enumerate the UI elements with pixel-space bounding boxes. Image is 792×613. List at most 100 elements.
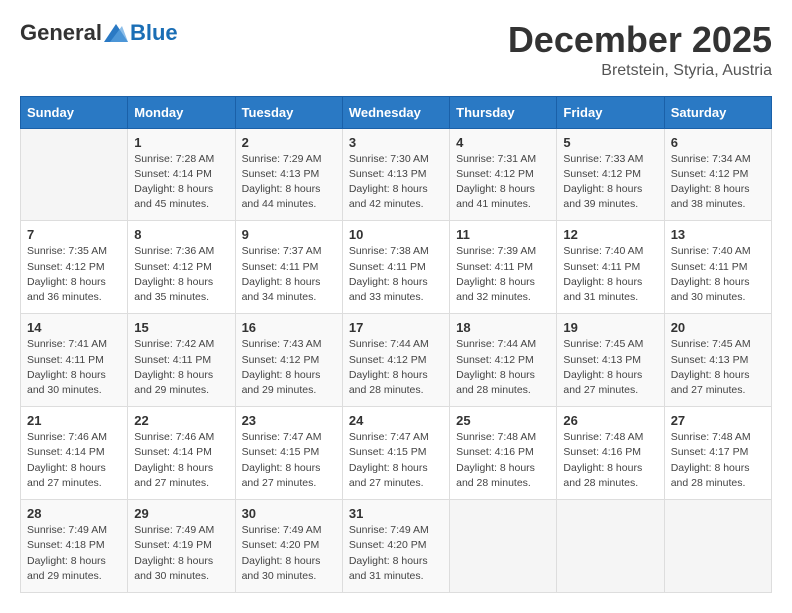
calendar-cell-3-3: 16Sunrise: 7:43 AMSunset: 4:12 PMDayligh…	[235, 314, 342, 407]
calendar-header-wednesday: Wednesday	[342, 96, 449, 128]
calendar-cell-4-6: 26 Sunrise: 7:48 AMSunset: 4:16 PMDayligh…	[557, 407, 664, 500]
calendar-cell-4-4: 24 Sunrise: 7:47 AMSunset: 4:15 PMDayligh…	[342, 407, 449, 500]
day-info: Sunrise: 7:47 AMSunset: 4:15 PMDaylight:…	[242, 430, 336, 491]
day-info: Sunrise: 7:45 AMSunset: 4:13 PMDaylight:…	[671, 337, 765, 398]
day-number: 22	[134, 413, 228, 428]
day-number: 14	[27, 320, 121, 335]
calendar-header-friday: Friday	[557, 96, 664, 128]
day-info: Sunrise: 7:44 AMSunset: 4:12 PMDaylight:…	[349, 337, 443, 398]
calendar-cell-1-4: 3Sunrise: 7:30 AMSunset: 4:13 PMDaylight…	[342, 128, 449, 221]
day-info: Sunrise: 7:40 AMSunset: 4:11 PMDaylight:…	[563, 244, 657, 305]
day-info: Sunrise: 7:42 AMSunset: 4:11 PMDaylight:…	[134, 337, 228, 398]
calendar-cell-4-3: 23 Sunrise: 7:47 AMSunset: 4:15 PMDayligh…	[235, 407, 342, 500]
calendar-cell-5-6	[557, 500, 664, 593]
day-info: Sunrise: 7:31 AMSunset: 4:12 PMDaylight:…	[456, 152, 550, 213]
day-number: 31	[349, 506, 443, 521]
calendar-cell-5-2: 29 Sunrise: 7:49 AMSunset: 4:19 PMDayligh…	[128, 500, 235, 593]
calendar-cell-2-1: 7Sunrise: 7:35 AMSunset: 4:12 PMDaylight…	[21, 221, 128, 314]
calendar-cell-1-7: 6Sunrise: 7:34 AMSunset: 4:12 PMDaylight…	[664, 128, 771, 221]
calendar-cell-1-1	[21, 128, 128, 221]
day-info: Sunrise: 7:39 AMSunset: 4:11 PMDaylight:…	[456, 244, 550, 305]
calendar-week-5: 28 Sunrise: 7:49 AMSunset: 4:18 PMDayligh…	[21, 500, 772, 593]
calendar-cell-2-2: 8 Sunrise: 7:36 AMSunset: 4:12 PMDaylight…	[128, 221, 235, 314]
calendar-cell-2-7: 13Sunrise: 7:40 AMSunset: 4:11 PMDayligh…	[664, 221, 771, 314]
calendar-cell-4-1: 21 Sunrise: 7:46 AMSunset: 4:14 PMDayligh…	[21, 407, 128, 500]
calendar-cell-5-4: 31 Sunrise: 7:49 AMSunset: 4:20 PMDayligh…	[342, 500, 449, 593]
calendar-header-saturday: Saturday	[664, 96, 771, 128]
location-text: Bretstein, Styria, Austria	[508, 62, 772, 80]
logo-general-text: General	[20, 20, 102, 46]
calendar-cell-3-2: 15 Sunrise: 7:42 AMSunset: 4:11 PMDayligh…	[128, 314, 235, 407]
day-info: Sunrise: 7:49 AMSunset: 4:19 PMDaylight:…	[134, 523, 228, 584]
calendar-cell-3-1: 14 Sunrise: 7:41 AMSunset: 4:11 PMDayligh…	[21, 314, 128, 407]
calendar-cell-3-4: 17Sunrise: 7:44 AMSunset: 4:12 PMDayligh…	[342, 314, 449, 407]
day-number: 18	[456, 320, 550, 335]
calendar-week-4: 21 Sunrise: 7:46 AMSunset: 4:14 PMDayligh…	[21, 407, 772, 500]
day-info: Sunrise: 7:41 AMSunset: 4:11 PMDaylight:…	[27, 337, 121, 398]
day-info: Sunrise: 7:35 AMSunset: 4:12 PMDaylight:…	[27, 244, 121, 305]
day-info: Sunrise: 7:34 AMSunset: 4:12 PMDaylight:…	[671, 152, 765, 213]
day-info: Sunrise: 7:38 AMSunset: 4:11 PMDaylight:…	[349, 244, 443, 305]
calendar-cell-5-5	[450, 500, 557, 593]
day-number: 24	[349, 413, 443, 428]
day-number: 16	[242, 320, 336, 335]
day-info: Sunrise: 7:49 AMSunset: 4:20 PMDaylight:…	[349, 523, 443, 584]
day-info: Sunrise: 7:44 AMSunset: 4:12 PMDaylight:…	[456, 337, 550, 398]
calendar-week-3: 14 Sunrise: 7:41 AMSunset: 4:11 PMDayligh…	[21, 314, 772, 407]
calendar-cell-2-3: 9 Sunrise: 7:37 AMSunset: 4:11 PMDaylight…	[235, 221, 342, 314]
page-header: General Blue December 2025 Bretstein, St…	[20, 20, 772, 80]
day-number: 27	[671, 413, 765, 428]
day-number: 2	[242, 135, 336, 150]
day-number: 10	[349, 227, 443, 242]
day-info: Sunrise: 7:46 AMSunset: 4:14 PMDaylight:…	[134, 430, 228, 491]
day-info: Sunrise: 7:33 AMSunset: 4:12 PMDaylight:…	[563, 152, 657, 213]
day-info: Sunrise: 7:49 AMSunset: 4:18 PMDaylight:…	[27, 523, 121, 584]
day-number: 8	[134, 227, 228, 242]
calendar-cell-2-6: 12 Sunrise: 7:40 AMSunset: 4:11 PMDayligh…	[557, 221, 664, 314]
day-info: Sunrise: 7:37 AMSunset: 4:11 PMDaylight:…	[242, 244, 336, 305]
calendar-week-2: 7Sunrise: 7:35 AMSunset: 4:12 PMDaylight…	[21, 221, 772, 314]
day-number: 4	[456, 135, 550, 150]
day-number: 30	[242, 506, 336, 521]
day-info: Sunrise: 7:48 AMSunset: 4:16 PMDaylight:…	[456, 430, 550, 491]
calendar-cell-4-5: 25 Sunrise: 7:48 AMSunset: 4:16 PMDayligh…	[450, 407, 557, 500]
day-info: Sunrise: 7:45 AMSunset: 4:13 PMDaylight:…	[563, 337, 657, 398]
day-number: 12	[563, 227, 657, 242]
day-info: Sunrise: 7:48 AMSunset: 4:16 PMDaylight:…	[563, 430, 657, 491]
title-block: December 2025 Bretstein, Styria, Austria	[508, 20, 772, 80]
day-number: 9	[242, 227, 336, 242]
day-number: 5	[563, 135, 657, 150]
day-number: 19	[563, 320, 657, 335]
calendar-cell-2-5: 11Sunrise: 7:39 AMSunset: 4:11 PMDayligh…	[450, 221, 557, 314]
calendar-cell-1-6: 5 Sunrise: 7:33 AMSunset: 4:12 PMDaylight…	[557, 128, 664, 221]
calendar-cell-1-5: 4 Sunrise: 7:31 AMSunset: 4:12 PMDaylight…	[450, 128, 557, 221]
day-info: Sunrise: 7:47 AMSunset: 4:15 PMDaylight:…	[349, 430, 443, 491]
day-number: 21	[27, 413, 121, 428]
calendar-cell-3-6: 19 Sunrise: 7:45 AMSunset: 4:13 PMDayligh…	[557, 314, 664, 407]
calendar-cell-5-1: 28 Sunrise: 7:49 AMSunset: 4:18 PMDayligh…	[21, 500, 128, 593]
day-number: 25	[456, 413, 550, 428]
day-number: 29	[134, 506, 228, 521]
logo: General Blue	[20, 20, 178, 46]
calendar-table: SundayMondayTuesdayWednesdayThursdayFrid…	[20, 96, 772, 593]
calendar-week-1: 1Sunrise: 7:28 AMSunset: 4:14 PMDaylight…	[21, 128, 772, 221]
day-info: Sunrise: 7:28 AMSunset: 4:14 PMDaylight:…	[134, 152, 228, 213]
day-number: 23	[242, 413, 336, 428]
logo-blue-text: Blue	[130, 20, 178, 46]
day-info: Sunrise: 7:29 AMSunset: 4:13 PMDaylight:…	[242, 152, 336, 213]
day-number: 26	[563, 413, 657, 428]
calendar-cell-5-3: 30 Sunrise: 7:49 AMSunset: 4:20 PMDayligh…	[235, 500, 342, 593]
logo-icon	[104, 24, 128, 42]
day-number: 28	[27, 506, 121, 521]
day-number: 15	[134, 320, 228, 335]
day-info: Sunrise: 7:36 AMSunset: 4:12 PMDaylight:…	[134, 244, 228, 305]
calendar-cell-3-7: 20Sunrise: 7:45 AMSunset: 4:13 PMDayligh…	[664, 314, 771, 407]
day-info: Sunrise: 7:30 AMSunset: 4:13 PMDaylight:…	[349, 152, 443, 213]
calendar-header-row: SundayMondayTuesdayWednesdayThursdayFrid…	[21, 96, 772, 128]
calendar-cell-5-7	[664, 500, 771, 593]
day-info: Sunrise: 7:46 AMSunset: 4:14 PMDaylight:…	[27, 430, 121, 491]
calendar-header-tuesday: Tuesday	[235, 96, 342, 128]
calendar-header-thursday: Thursday	[450, 96, 557, 128]
calendar-cell-1-2: 1Sunrise: 7:28 AMSunset: 4:14 PMDaylight…	[128, 128, 235, 221]
day-info: Sunrise: 7:49 AMSunset: 4:20 PMDaylight:…	[242, 523, 336, 584]
